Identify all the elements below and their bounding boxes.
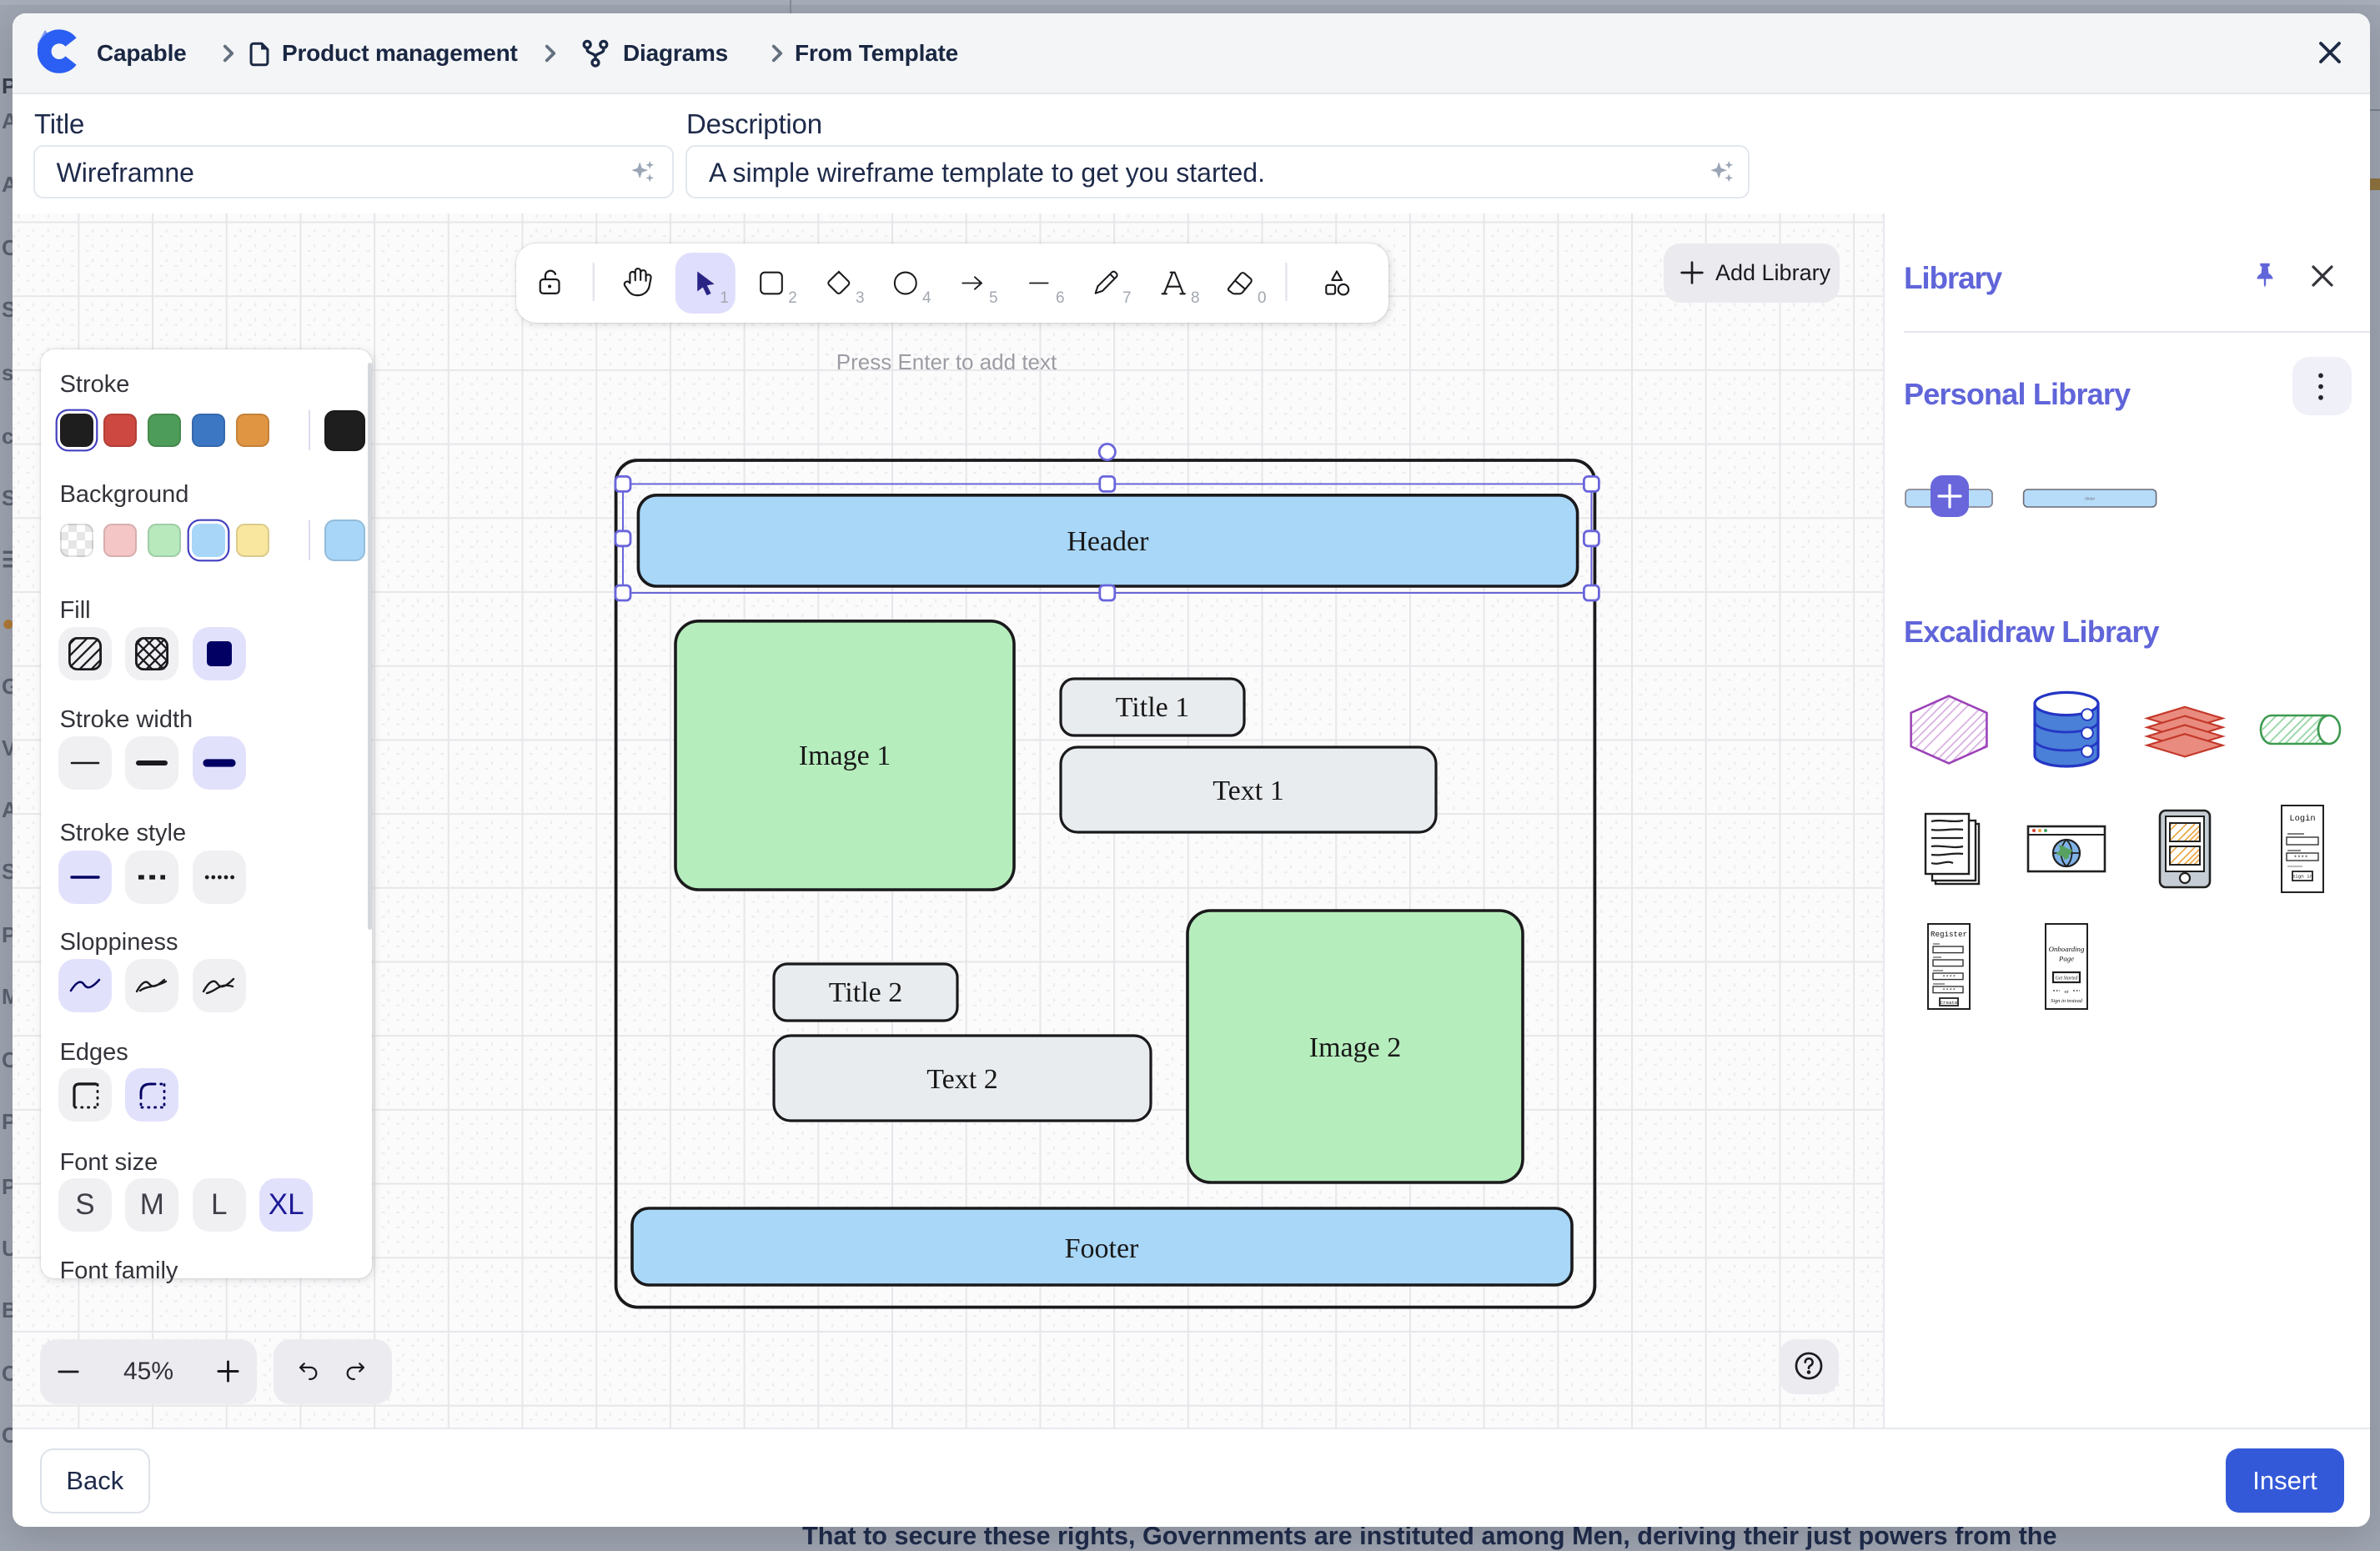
svg-text:Register: Register	[1931, 930, 1967, 939]
svg-text:Title 1: Title 1	[1116, 692, 1190, 723]
svg-text:Sign in instead: Sign in instead	[2051, 998, 2083, 1004]
svg-text:Image 1: Image 1	[799, 740, 891, 771]
svg-text:Create: Create	[1941, 1000, 1958, 1006]
svg-text:Header: Header	[1067, 526, 1149, 557]
svg-text:Footer: Footer	[1065, 1233, 1139, 1264]
svg-text:****: ****	[1942, 988, 1956, 995]
svg-text:Get Started: Get Started	[2056, 976, 2078, 981]
svg-text:Sign in: Sign in	[2292, 874, 2312, 880]
svg-text:Onboarding: Onboarding	[2049, 945, 2085, 953]
svg-text:or: or	[2065, 990, 2069, 995]
svg-text:Image 2: Image 2	[1309, 1032, 1401, 1063]
svg-text:Login: Login	[2289, 814, 2315, 824]
svg-text:****: ****	[2293, 856, 2307, 862]
svg-text:Title 2: Title 2	[829, 977, 903, 1008]
svg-text:Text 2: Text 2	[926, 1064, 997, 1095]
svg-text:****: ****	[1942, 975, 1956, 981]
svg-text:Text 1: Text 1	[1213, 776, 1283, 806]
svg-text:Slider: Slider	[2085, 496, 2096, 501]
svg-text:Page: Page	[2058, 955, 2074, 963]
